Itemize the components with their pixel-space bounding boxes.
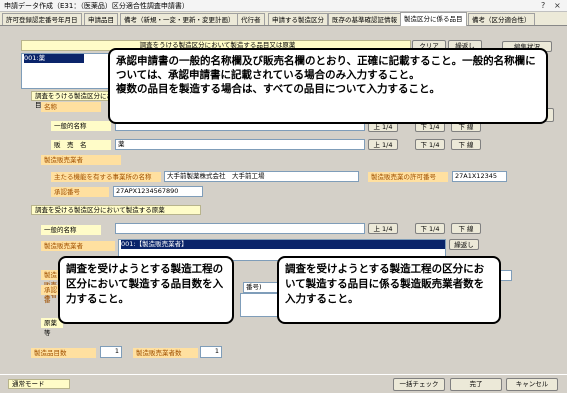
raw-generic-label: 一般的名称 — [41, 225, 101, 235]
tab-product[interactable]: 申請品目 — [84, 13, 118, 25]
done-button[interactable]: 完了 — [450, 378, 502, 391]
title-bar: 申請データ作成（E31：（医薬品）区分適合性調査申請書） ? × — [0, 0, 567, 12]
count-label: 製造品目数 — [31, 348, 96, 358]
brand-name-field[interactable]: 薬 — [115, 139, 365, 150]
tab-remarks-suitability[interactable]: 備考（区分適合性） — [468, 13, 535, 25]
batch-check-button[interactable]: 一括チェック — [393, 378, 445, 391]
office-label: 主たる機能を有する事業所の名称 — [51, 172, 161, 182]
list-item[interactable]: 001:【製造販売業者】 — [121, 240, 445, 249]
count-field[interactable]: 1 — [100, 346, 122, 358]
makers-count-label: 製造販売業者数 — [133, 348, 198, 358]
tab-agent[interactable]: 代行者 — [237, 13, 265, 25]
callout-right: 調査を受けようとする製造工程の区分において製造する品目に係る製造販売業者数を入力… — [277, 256, 501, 324]
tab-remarks[interactable]: 備考（新規・一変・更新・変更計画） — [120, 13, 239, 25]
section3-title: 調査を受ける製造区分において製造する原薬 — [31, 205, 201, 215]
bottom-button-3[interactable]: 下 線 — [451, 223, 481, 234]
close-icon[interactable]: × — [554, 1, 561, 10]
tab-bar: 許可登録認定番号年月日 申請品目 備考（新規・一変・更新・変更計画） 代行者 申… — [0, 12, 567, 26]
status-bar: 通常モード 一括チェック 完了 キャンセル — [0, 374, 567, 393]
maker-label: 製造販売業者 — [41, 155, 121, 165]
tab-category[interactable]: 申請する製造区分 — [268, 13, 328, 25]
brand-name-label: 販 売 名 — [51, 140, 111, 150]
down-button-2[interactable]: 下 1/4 — [415, 139, 445, 150]
window-title: 申請データ作成（E31：（医薬品）区分適合性調査申請書） — [4, 2, 189, 10]
mode-indicator: 通常モード — [8, 379, 70, 389]
up-button-3[interactable]: 上 1/4 — [368, 223, 398, 234]
list-item[interactable]: 001:薬 — [24, 54, 84, 63]
raw-repeat-button[interactable]: 繰返し — [449, 239, 479, 250]
cancel-button[interactable]: キャンセル — [506, 378, 558, 391]
callout-top: 承認申請書の一般的名称欄及び販売名欄のとおり、正確に記載すること。一般的名称欄に… — [108, 48, 548, 124]
name-label: 名称 — [41, 102, 101, 112]
approval-label: 承認番号 — [51, 187, 109, 197]
tab-items[interactable]: 製造区分に係る品目 — [400, 12, 467, 26]
approval-field[interactable]: 27APX1234567890 — [113, 186, 203, 197]
callout-left: 調査を受けようとする製造工程の区分において製造する品目数を入力すること。 — [58, 256, 234, 324]
bottom-button-2[interactable]: 下 線 — [451, 139, 481, 150]
raw-generic-field[interactable] — [115, 223, 365, 234]
license-label: 製造販売業の許可番号 — [368, 172, 448, 182]
help-icon[interactable]: ? — [541, 1, 545, 10]
tab-license[interactable]: 許可登録認定番号年月日 — [2, 13, 82, 25]
raw-maker-label: 製造販売業者 — [41, 241, 115, 251]
up-button-2[interactable]: 上 1/4 — [368, 139, 398, 150]
generic-name-label: 一般的名称 — [51, 121, 111, 131]
down-button-3[interactable]: 下 1/4 — [415, 223, 445, 234]
license-field[interactable]: 27A1X12345 — [452, 171, 507, 182]
tab-existing[interactable]: 既存の基準確認証情報 — [328, 13, 401, 25]
office-field[interactable]: 大手前製薬株式会社 大手前工場 — [164, 171, 359, 182]
makers-count-field[interactable]: 1 — [200, 346, 222, 358]
